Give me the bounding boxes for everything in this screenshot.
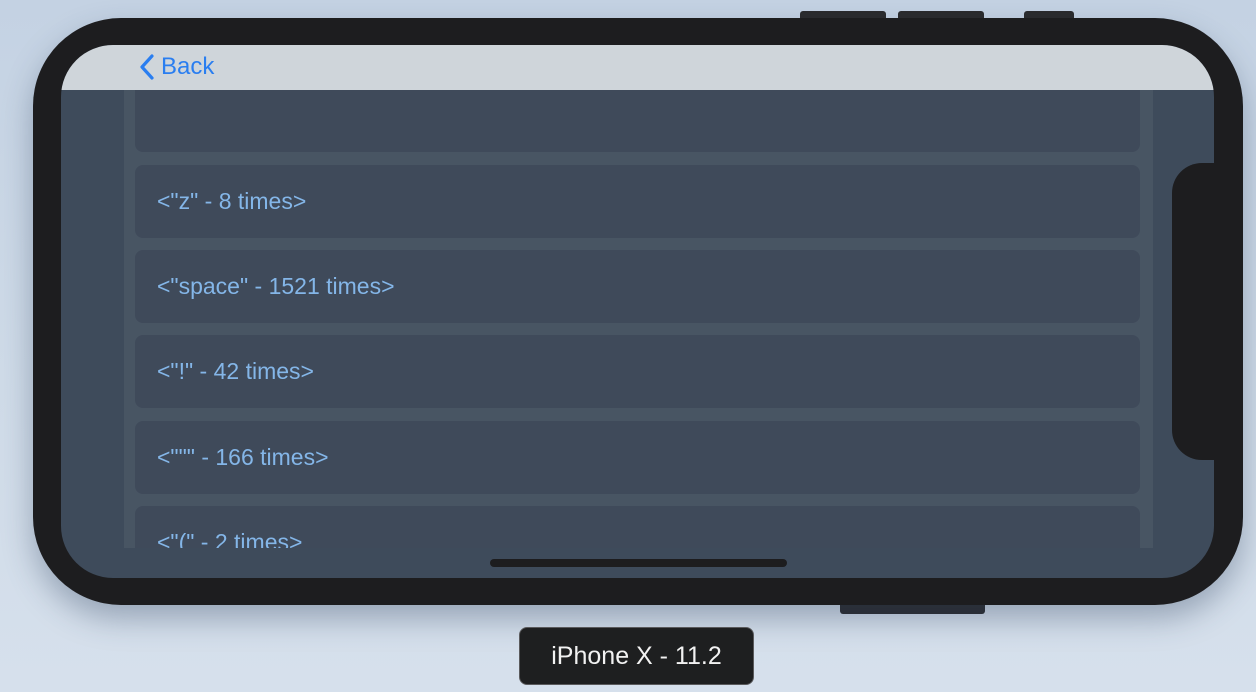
back-button-label: Back: [161, 53, 215, 80]
list-item[interactable]: <"z" - 8 times>: [135, 165, 1140, 238]
list-item[interactable]: <""" - 166 times>: [135, 421, 1140, 494]
home-indicator[interactable]: [490, 559, 787, 567]
list-item[interactable]: <"space" - 1521 times>: [135, 250, 1140, 323]
list-item-label: <"!" - 42 times>: [157, 358, 314, 384]
list-item-label: <"z" - 8 times>: [157, 188, 307, 214]
list-item[interactable]: <"!" - 42 times>: [135, 335, 1140, 408]
list-item-label: <""" - 166 times>: [157, 444, 329, 470]
character-count-list[interactable]: <"z" - 8 times> <"space" - 1521 times> <…: [124, 90, 1153, 548]
device-screen: <"z" - 8 times> <"space" - 1521 times> <…: [61, 45, 1214, 578]
list-item[interactable]: [135, 90, 1140, 152]
device-notch: [1172, 163, 1222, 460]
back-button[interactable]: Back: [139, 52, 214, 82]
list-item-label: <"space" - 1521 times>: [157, 273, 395, 299]
simulator-device-label: iPhone X - 11.2: [519, 627, 754, 685]
list-item[interactable]: <"(" - 2 times>: [135, 506, 1140, 548]
chevron-left-icon: [139, 54, 161, 80]
navigation-bar: Back: [61, 45, 1214, 90]
list-item-label: <"(" - 2 times>: [157, 529, 303, 548]
